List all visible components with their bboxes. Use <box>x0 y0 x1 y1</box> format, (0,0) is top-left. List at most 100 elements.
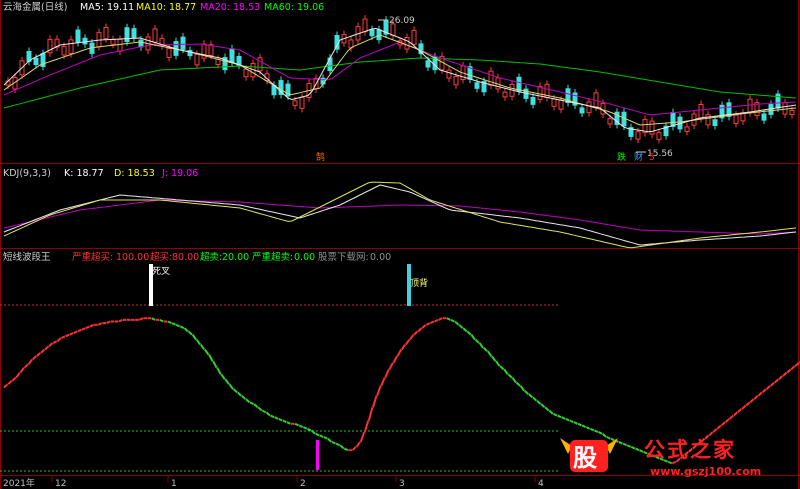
ma60-line <box>3 57 797 109</box>
wave-step <box>179 325 185 330</box>
candle <box>194 53 200 66</box>
wave-step <box>388 362 394 370</box>
wave-step <box>367 407 374 421</box>
wave-step <box>585 426 591 430</box>
item-3-label: 超卖: <box>200 251 222 263</box>
candle <box>131 28 137 39</box>
wave-step <box>458 324 464 329</box>
kdj-title: KDJ(9,3,3) <box>3 168 51 179</box>
wave-step <box>183 327 189 333</box>
x-tick-year: 2021年 <box>3 477 35 489</box>
wave-step <box>351 446 357 451</box>
wave-step <box>581 424 587 429</box>
wave-step <box>11 376 17 382</box>
price-header: 云海金属(日线) MA5: 19.11 MA10: 18.77 MA20: 18… <box>3 1 324 13</box>
wave-step <box>577 422 582 427</box>
wave-step <box>610 437 615 442</box>
x-tick-1: 1 <box>171 479 177 489</box>
wave-step <box>745 401 751 407</box>
wave-step <box>634 447 640 452</box>
candle <box>761 113 767 121</box>
wave-step <box>253 403 259 409</box>
wave-step <box>97 322 103 326</box>
wave-step <box>483 347 488 352</box>
wave-step <box>3 383 9 389</box>
wave-step <box>138 317 144 321</box>
wave-step <box>606 436 611 440</box>
wave-step <box>343 447 349 452</box>
wave-step <box>228 383 234 390</box>
wave-step <box>212 360 218 369</box>
wave-step <box>639 449 644 453</box>
wave-step <box>720 421 726 427</box>
wave-step <box>737 408 743 413</box>
marker-2: 跌 <box>617 152 626 163</box>
candle <box>579 107 585 114</box>
candle <box>537 85 543 100</box>
wave-step <box>15 372 21 379</box>
wave-step <box>315 432 320 437</box>
wave-step <box>69 332 74 336</box>
candle <box>635 131 641 140</box>
wave-step <box>294 422 300 427</box>
wave-step <box>319 434 324 438</box>
wave-step <box>339 444 345 450</box>
wave-step <box>392 355 398 364</box>
site-name: 公式之家 <box>644 438 736 462</box>
wave-step <box>220 373 226 380</box>
wave-step <box>589 427 595 432</box>
candle <box>607 118 613 125</box>
candle <box>733 114 739 124</box>
wave-step <box>323 436 328 440</box>
wave-step <box>195 339 202 346</box>
stock-title: 云海金属(日线) <box>3 1 67 13</box>
wave-step <box>446 317 451 321</box>
wave-step <box>557 414 562 419</box>
kdj-k-label: K: 18.77 <box>64 168 104 179</box>
ma20-label: MA20: 18.53 <box>200 2 260 13</box>
candle <box>103 26 109 40</box>
wave-step <box>27 358 33 365</box>
x-tick-12: 12 <box>55 479 66 489</box>
wave-step <box>495 360 501 367</box>
wave-step <box>491 355 497 362</box>
wave-step <box>278 417 283 422</box>
wave-step <box>733 411 738 417</box>
wave-step <box>790 365 796 371</box>
wave-step <box>478 342 484 349</box>
candle <box>411 29 417 45</box>
high-label: 26.09 <box>389 16 415 26</box>
kdj-panel[interactable]: KDJ(9,3,3) K: 18.77 D: 18.53 J: 19.06 <box>3 168 797 249</box>
wave-step <box>462 327 468 333</box>
wave-step <box>306 427 312 432</box>
wave-step <box>601 432 607 438</box>
wave-step <box>761 388 767 394</box>
wave-step <box>89 323 95 328</box>
wave-step <box>232 388 238 394</box>
wave-step <box>548 409 554 415</box>
wave-step <box>729 414 734 420</box>
candlesticks <box>5 15 795 144</box>
wave-step <box>770 381 775 387</box>
wave-step <box>270 414 275 419</box>
price-panel[interactable]: 26.09 15.56 鹄 跌 财 5 云海金属(日线) MA5: 19.11 … <box>3 1 797 163</box>
candle <box>782 102 788 115</box>
wave-step <box>359 431 366 443</box>
wave-step <box>298 424 304 429</box>
wave-step <box>507 373 513 379</box>
wave-step <box>187 330 193 336</box>
wave-step <box>331 441 336 445</box>
wave-step <box>708 431 714 437</box>
wave-step <box>171 322 177 326</box>
marker-4: 5 <box>649 153 655 163</box>
candle <box>82 37 88 45</box>
kdj-header: KDJ(9,3,3) K: 18.77 D: 18.53 J: 19.06 <box>3 168 198 179</box>
wave-step <box>454 320 460 326</box>
stock-chart[interactable]: 26.09 15.56 鹄 跌 财 5 云海金属(日线) MA5: 19.11 … <box>0 0 800 489</box>
wave-step <box>208 354 214 362</box>
kdj-d-label: D: 18.53 <box>114 168 155 179</box>
wave-step <box>216 367 222 375</box>
wave-step <box>778 375 784 380</box>
wave-step <box>224 378 230 385</box>
wave-step <box>438 317 443 321</box>
